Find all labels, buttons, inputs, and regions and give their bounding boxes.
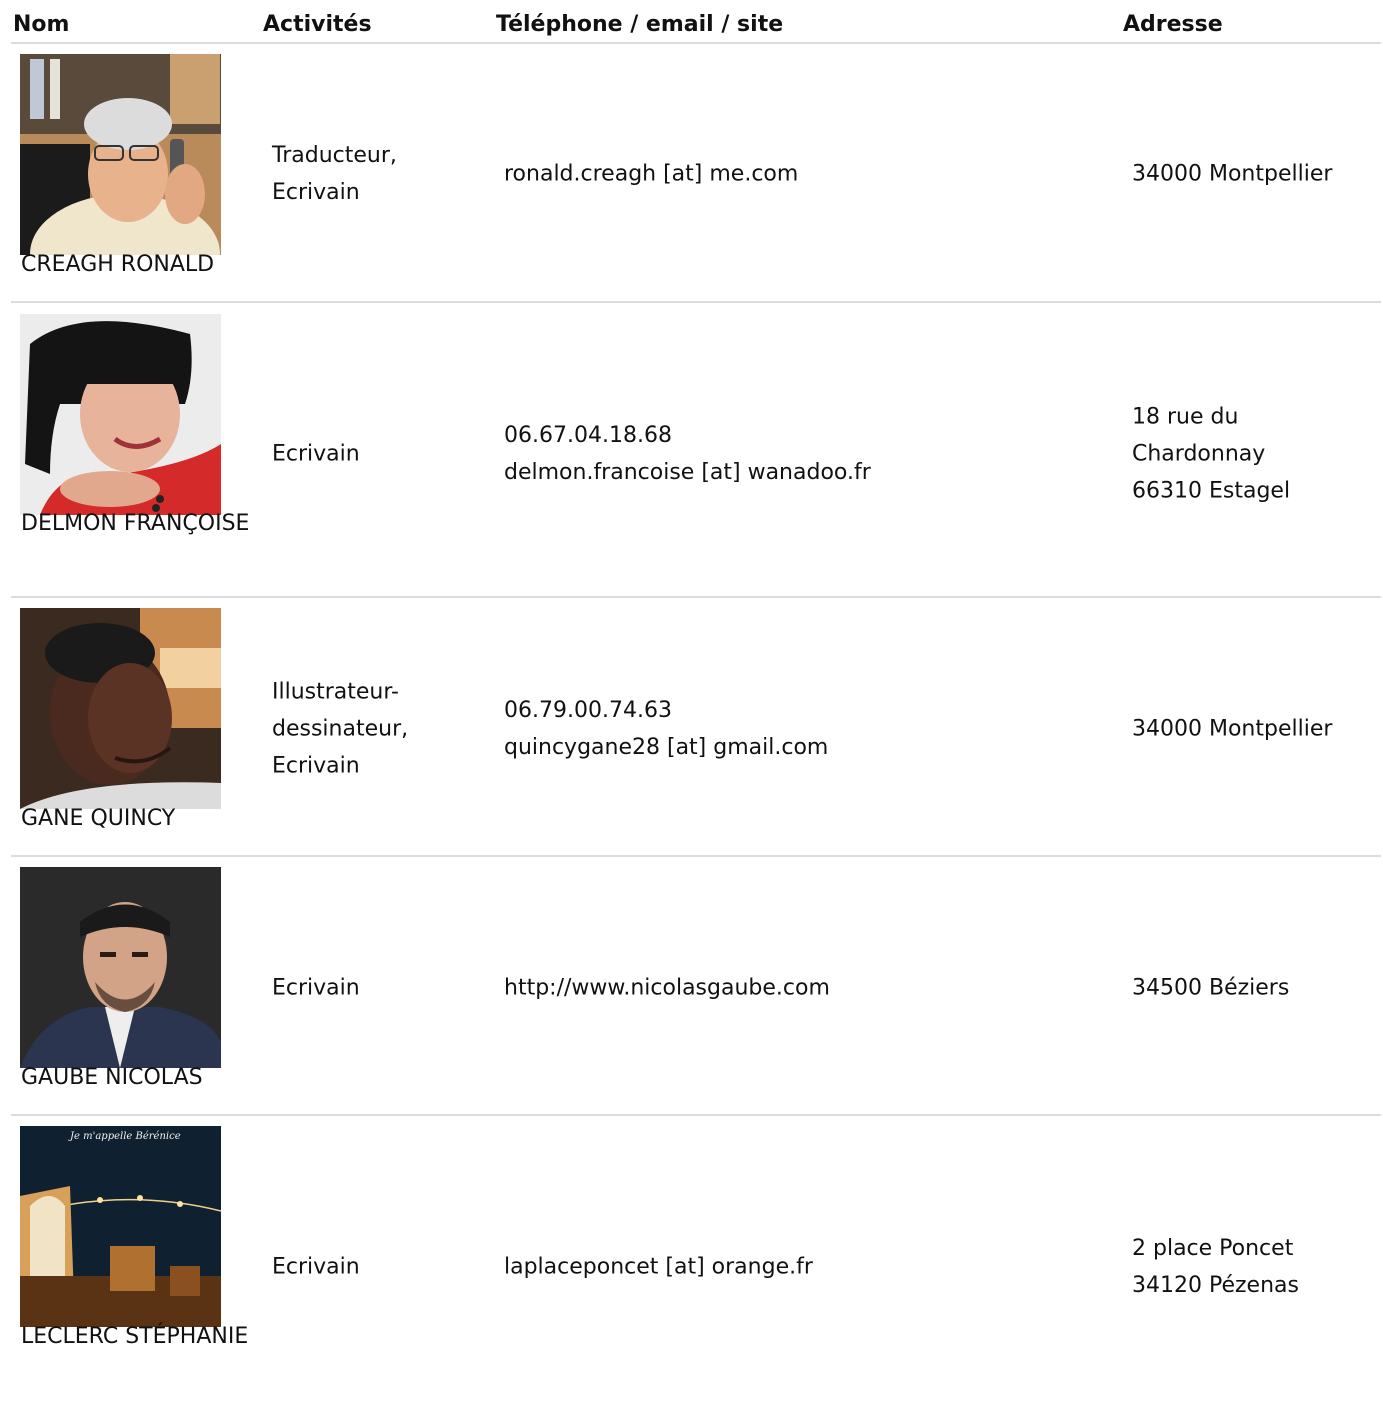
author-address: 18 rue du Chardonnay 66310 Estagel [1132, 404, 1291, 504]
header-activities: Activités [263, 12, 372, 37]
table-row: CREAGH RONALD Traducteur, Ecrivain ronal… [11, 44, 1381, 303]
author-activities: Ecrivain [272, 975, 360, 1001]
phone-text: 06.67.04.18.68 [504, 423, 672, 448]
header-address: Adresse [1123, 12, 1223, 37]
author-photo [20, 867, 221, 1068]
author-address: 34500 Béziers [1132, 975, 1290, 1001]
author-name: GAUBE NICOLAS [21, 1065, 203, 1090]
email-text: delmon.francoise [at] wanadoo.fr [504, 460, 871, 485]
authors-table: Nom Activités Téléphone / email / site A… [11, 0, 1381, 1403]
table-row: GANE QUINCY Illustrateur- dessinateur, E… [11, 598, 1381, 857]
author-activities: Ecrivain [272, 1254, 360, 1280]
author-name: CREAGH RONALD [21, 252, 215, 277]
email-text: quincygane28 [at] gmail.com [504, 735, 829, 760]
table-header: Nom Activités Téléphone / email / site A… [11, 0, 1381, 44]
table-row: DELMON FRANÇOISE Ecrivain 06.67.04.18.68… [11, 303, 1381, 598]
author-activities: Ecrivain [272, 441, 360, 467]
header-name: Nom [13, 12, 70, 37]
phone-text: 06.79.00.74.63 [504, 698, 672, 723]
author-activities: Illustrateur- dessinateur, Ecrivain [272, 679, 409, 779]
author-contact: ronald.creagh [at] me.com [504, 156, 1104, 193]
author-activities: Traducteur, Ecrivain [272, 143, 397, 205]
author-contact: http://www.nicolasgaube.com [504, 970, 1104, 1007]
author-name: DELMON FRANÇOISE [21, 511, 250, 536]
header-contact: Téléphone / email / site [496, 12, 784, 37]
cover-caption: Je m'appelle Bérénice [68, 1131, 181, 1142]
website-text: http://www.nicolasgaube.com [504, 975, 830, 1001]
author-name: LECLERC STÉPHANIE [21, 1324, 249, 1349]
author-address: 34000 Montpellier [1132, 161, 1333, 187]
author-photo [20, 314, 221, 515]
email-text: ronald.creagh [at] me.com [504, 161, 799, 187]
author-contact: 06.79.00.74.63 quincygane28 [at] gmail.c… [504, 692, 1104, 766]
email-text: laplaceponcet [at] orange.fr [504, 1254, 813, 1280]
author-photo [20, 608, 221, 809]
author-address: 34000 Montpellier [1132, 716, 1333, 742]
author-contact: laplaceponcet [at] orange.fr [504, 1249, 1104, 1286]
author-contact: 06.67.04.18.68 delmon.francoise [at] wan… [504, 417, 1104, 491]
author-address: 2 place Poncet 34120 Pézenas [1132, 1236, 1299, 1298]
author-name: GANE QUINCY [21, 806, 176, 831]
book-cover-image: Je m'appelle Bérénice [20, 1126, 221, 1327]
table-row: GAUBE NICOLAS Ecrivain http://www.nicola… [11, 857, 1381, 1116]
author-photo [20, 54, 221, 255]
table-row: Je m'appelle Bérénice LECLERC STÉPHANIE … [11, 1116, 1381, 1403]
